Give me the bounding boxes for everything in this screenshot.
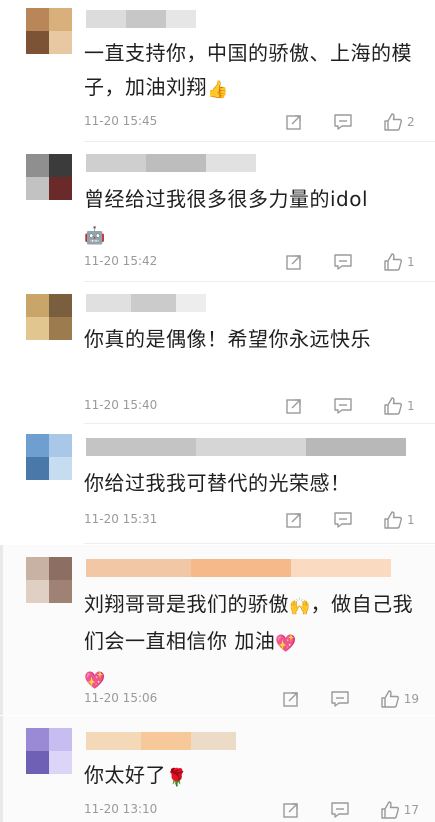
reply-icon[interactable] bbox=[330, 801, 350, 819]
like-count: 17 bbox=[403, 803, 419, 817]
thumbs-up-icon bbox=[383, 396, 403, 416]
comment-meta: 11-20 15:06 19 bbox=[84, 689, 419, 709]
thumbs-up-icon bbox=[383, 510, 403, 530]
timestamp: 11-20 15:31 bbox=[84, 512, 158, 526]
share-icon[interactable] bbox=[285, 253, 303, 271]
share-icon[interactable] bbox=[285, 397, 303, 415]
comment-item[interactable]: 曾经给过我很多很多力量的idol 🤖 11-20 15:42 1 bbox=[0, 142, 435, 282]
timestamp: 11-20 15:40 bbox=[84, 398, 158, 412]
comment-meta: 11-20 15:31 1 bbox=[84, 510, 419, 530]
timestamp: 11-20 13:10 bbox=[84, 802, 158, 816]
rose-emoji: 🌹 bbox=[166, 768, 188, 788]
reply-icon[interactable] bbox=[330, 690, 350, 708]
clap-emoji: 🙌 bbox=[289, 597, 311, 617]
like-count: 1 bbox=[407, 513, 415, 527]
divider bbox=[84, 543, 435, 544]
comment-item[interactable]: 一直支持你，中国的骄傲、上海的模子，加油刘翔👍 11-20 15:45 2 bbox=[0, 0, 435, 142]
username[interactable] bbox=[86, 732, 236, 750]
avatar[interactable] bbox=[26, 8, 72, 54]
like-count: 19 bbox=[403, 692, 419, 706]
like-count: 2 bbox=[407, 115, 415, 129]
thumbs-up-icon bbox=[380, 800, 400, 820]
comment-meta: 11-20 15:40 1 bbox=[84, 396, 419, 416]
share-icon[interactable] bbox=[285, 113, 303, 131]
comment-item[interactable]: 你真的是偶像！希望你永远快乐 11-20 15:40 1 bbox=[0, 282, 435, 424]
like-count: 1 bbox=[407, 399, 415, 413]
share-icon[interactable] bbox=[282, 690, 300, 708]
like-button[interactable]: 17 bbox=[380, 800, 419, 820]
comment-text: 一直支持你，中国的骄傲、上海的模子，加油刘翔👍 bbox=[84, 36, 414, 107]
avatar[interactable] bbox=[26, 154, 72, 200]
avatar[interactable] bbox=[26, 294, 72, 340]
timestamp: 11-20 15:42 bbox=[84, 254, 158, 268]
like-button[interactable]: 1 bbox=[383, 510, 419, 530]
avatar[interactable] bbox=[26, 434, 72, 480]
highlight-bar bbox=[0, 716, 3, 822]
comment-text: 你太好了🌹 bbox=[84, 758, 414, 795]
share-icon[interactable] bbox=[285, 511, 303, 529]
thumbs-up-emoji: 👍 bbox=[207, 80, 229, 100]
comment-text: 你真的是偶像！希望你永远快乐 bbox=[84, 327, 371, 351]
comment-item[interactable]: 你给过我我可替代的光荣感！ 11-20 15:31 1 bbox=[0, 424, 435, 544]
comment-text: 曾经给过我很多很多力量的idol 🤖 bbox=[84, 182, 414, 253]
timestamp: 11-20 15:45 bbox=[84, 114, 158, 128]
username[interactable] bbox=[86, 294, 206, 312]
thumbs-up-icon bbox=[383, 252, 403, 272]
like-count: 1 bbox=[407, 255, 415, 269]
avatar[interactable] bbox=[26, 557, 72, 603]
username[interactable] bbox=[86, 559, 391, 577]
like-button[interactable]: 1 bbox=[383, 396, 419, 416]
comment-text: 你给过我我可替代的光荣感！ bbox=[84, 471, 351, 495]
comment-list: 一直支持你，中国的骄傲、上海的模子，加油刘翔👍 11-20 15:45 2 曾经… bbox=[0, 0, 435, 822]
comment-text: 刘翔哥哥是我们的骄傲🙌，做自己我们会一直相信你 加油💖 💖 bbox=[84, 587, 414, 698]
thumbs-up-icon bbox=[380, 689, 400, 709]
like-button[interactable]: 1 bbox=[383, 252, 419, 272]
comment-meta: 11-20 13:10 17 bbox=[84, 800, 419, 820]
comment-meta: 11-20 15:42 1 bbox=[84, 252, 419, 272]
comment-meta: 11-20 15:45 2 bbox=[84, 112, 419, 132]
like-button[interactable]: 2 bbox=[383, 112, 419, 132]
avatar[interactable] bbox=[26, 728, 72, 774]
robot-emoji: 🤖 bbox=[84, 226, 106, 246]
username[interactable] bbox=[86, 154, 256, 172]
username[interactable] bbox=[86, 438, 406, 456]
highlight-bar bbox=[0, 545, 3, 715]
comment-item[interactable]: 刘翔哥哥是我们的骄傲🙌，做自己我们会一直相信你 加油💖 💖 11-20 15:06… bbox=[0, 545, 435, 715]
like-button[interactable]: 19 bbox=[380, 689, 419, 709]
share-icon[interactable] bbox=[282, 801, 300, 819]
comment-item[interactable]: 你太好了🌹 11-20 13:10 17 bbox=[0, 716, 435, 822]
timestamp: 11-20 15:06 bbox=[84, 691, 158, 705]
heart-emoji: 💖 bbox=[275, 634, 298, 654]
reply-icon[interactable] bbox=[333, 253, 353, 271]
reply-icon[interactable] bbox=[333, 113, 353, 131]
reply-icon[interactable] bbox=[333, 397, 353, 415]
thumbs-up-icon bbox=[383, 112, 403, 132]
reply-icon[interactable] bbox=[333, 511, 353, 529]
username[interactable] bbox=[86, 10, 196, 28]
